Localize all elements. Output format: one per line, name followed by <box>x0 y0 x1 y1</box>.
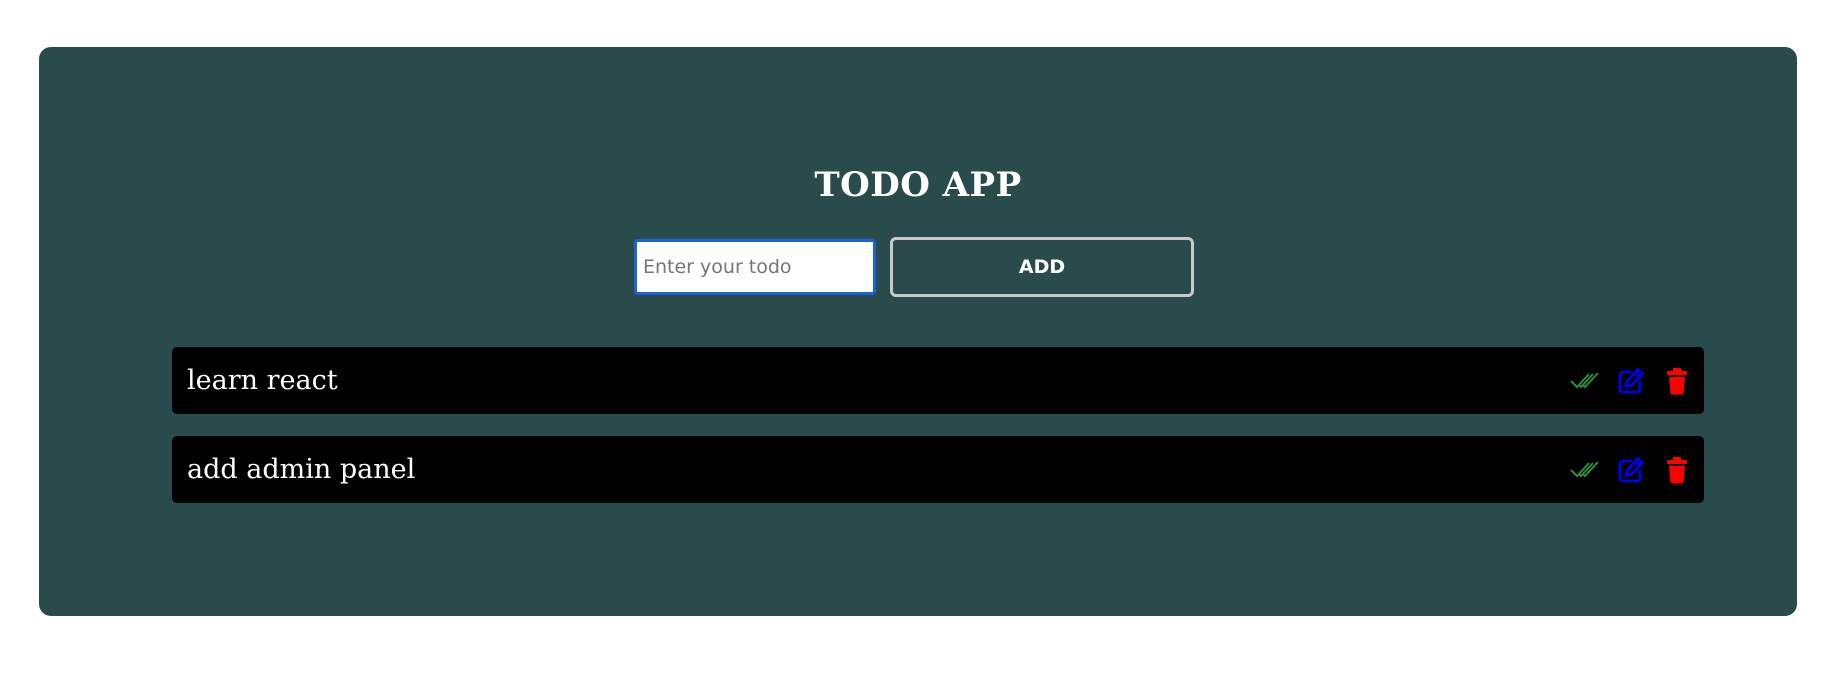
todo-input[interactable] <box>634 239 876 295</box>
add-button[interactable]: ADD <box>890 237 1194 297</box>
double-check-icon[interactable] <box>1570 366 1600 396</box>
todo-text: add admin panel <box>187 454 416 485</box>
edit-icon[interactable] <box>1616 366 1646 396</box>
page-title: TODO APP <box>814 165 1022 205</box>
todo-list: learn react add admin panel <box>172 347 1704 503</box>
todo-app-card: TODO APP ADD learn react <box>39 47 1797 616</box>
double-check-icon[interactable] <box>1570 455 1600 485</box>
todo-text: learn react <box>187 365 338 396</box>
todo-actions <box>1570 366 1692 396</box>
todo-actions <box>1570 455 1692 485</box>
edit-icon[interactable] <box>1616 455 1646 485</box>
trash-icon[interactable] <box>1662 455 1692 485</box>
trash-icon[interactable] <box>1662 366 1692 396</box>
add-todo-form: ADD <box>634 237 1194 297</box>
todo-item: add admin panel <box>172 436 1704 503</box>
todo-item: learn react <box>172 347 1704 414</box>
